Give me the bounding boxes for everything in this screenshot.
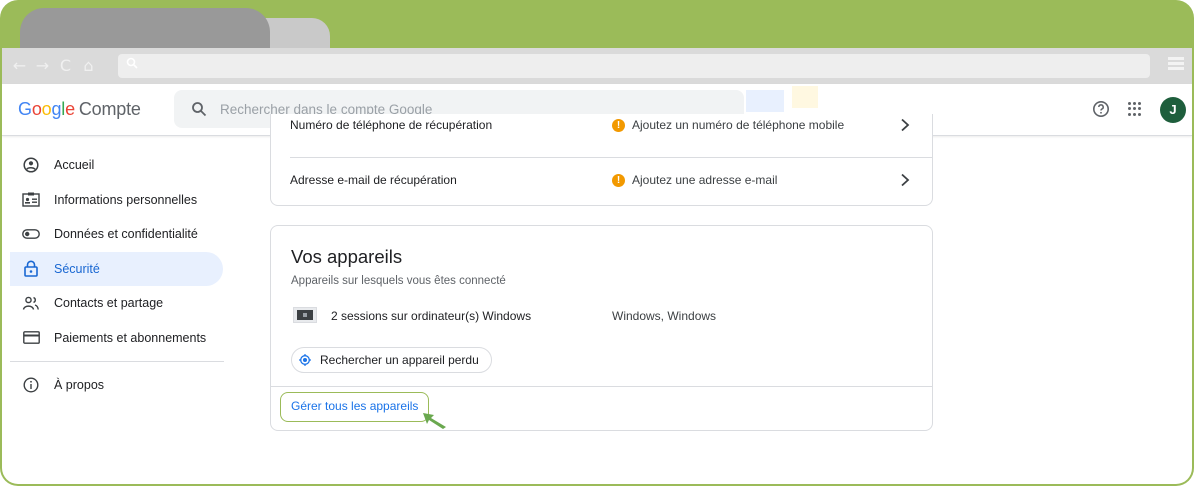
- recovery-info-card: Numéro de téléphone de récupération ! Aj…: [270, 114, 933, 206]
- recovery-phone-value: Ajoutez un numéro de téléphone mobile: [632, 118, 845, 132]
- info-icon: [21, 375, 41, 395]
- sidebar-item-a-propos[interactable]: À propos: [2, 368, 232, 403]
- browser-window: ← → C ⌂ Google Compte Rechercher dans le…: [2, 48, 1192, 484]
- home-icon[interactable]: ⌂: [81, 56, 96, 75]
- sidebar-item-donnees-confidentialite[interactable]: Données et confidentialité: [2, 217, 232, 252]
- search-icon[interactable]: [191, 101, 207, 117]
- find-lost-device-button[interactable]: Rechercher un appareil perdu: [291, 347, 492, 373]
- sidebar-item-label: Données et confidentialité: [54, 227, 198, 242]
- account-circle-icon: [21, 155, 41, 175]
- apps-grid-icon[interactable]: [1128, 102, 1142, 116]
- recovery-phone-row[interactable]: Numéro de téléphone de récupération ! Aj…: [290, 114, 932, 158]
- help-icon[interactable]: [1092, 100, 1110, 118]
- sidebar-nav: Accueil Informations personnelles Donnée…: [2, 148, 232, 403]
- back-icon[interactable]: ←: [12, 56, 27, 75]
- screenshot-frame: ← → C ⌂ Google Compte Rechercher dans le…: [0, 0, 1194, 486]
- browser-toolbar: ← → C ⌂: [2, 48, 1192, 84]
- reload-icon[interactable]: C: [58, 56, 73, 75]
- id-card-icon: [21, 190, 41, 210]
- device-name: 2 sessions sur ordinateur(s) Windows: [331, 309, 532, 323]
- forward-icon[interactable]: →: [35, 56, 50, 75]
- chevron-right-icon: [901, 173, 910, 187]
- search-icon: [126, 57, 138, 69]
- computer-icon: [293, 307, 317, 323]
- device-row[interactable]: 2 sessions sur ordinateur(s) Windows Win…: [291, 306, 911, 326]
- faded-overlay: [746, 90, 784, 112]
- pointer-arrow-icon: [423, 413, 446, 429]
- sidebar-item-informations-personnelles[interactable]: Informations personnelles: [2, 183, 232, 218]
- browser-menu-icon[interactable]: [1168, 57, 1184, 71]
- toggle-icon: [21, 224, 41, 244]
- sidebar-item-label: Sécurité: [54, 261, 100, 276]
- warning-icon: !: [612, 119, 625, 132]
- google-compte-logo[interactable]: Google Compte: [18, 99, 141, 120]
- sidebar-divider: [10, 361, 224, 362]
- recovery-email-label: Adresse e-mail de récupération: [290, 173, 457, 187]
- manage-all-devices-button[interactable]: Gérer tous les appareils: [280, 392, 430, 422]
- warning-icon: !: [612, 174, 625, 187]
- sidebar-item-contacts-partage[interactable]: Contacts et partage: [2, 286, 232, 321]
- sidebar-item-label: Contacts et partage: [54, 296, 164, 311]
- location-target-icon: [299, 354, 311, 366]
- address-bar[interactable]: [118, 54, 1150, 78]
- sidebar-item-label: Accueil: [54, 158, 95, 173]
- sidebar-item-securite[interactable]: Sécurité: [10, 251, 223, 286]
- recovery-email-value: Ajoutez une adresse e-mail: [632, 173, 778, 187]
- credit-card-icon: [21, 328, 41, 348]
- faded-overlay: [792, 86, 818, 108]
- chevron-right-icon: [901, 118, 910, 132]
- sidebar-item-label: Paiements et abonnements: [54, 330, 207, 345]
- card-divider: [271, 386, 932, 387]
- sidebar-item-label: À propos: [54, 378, 105, 393]
- sidebar-item-label: Informations personnelles: [54, 192, 198, 207]
- recovery-phone-label: Numéro de téléphone de récupération: [290, 118, 493, 132]
- find-lost-device-label: Rechercher un appareil perdu: [320, 353, 479, 367]
- sidebar-item-accueil[interactable]: Accueil: [2, 148, 232, 183]
- devices-card: Vos appareils Appareils sur lesquels vou…: [270, 225, 933, 431]
- devices-subtitle: Appareils sur lesquels vous êtes connect…: [291, 275, 506, 287]
- browser-nav-buttons: ← → C ⌂: [12, 56, 96, 75]
- sidebar-item-paiements-abonnements[interactable]: Paiements et abonnements: [2, 321, 232, 356]
- devices-title: Vos appareils: [291, 246, 403, 267]
- recovery-email-row[interactable]: Adresse e-mail de récupération ! Ajoutez…: [290, 158, 932, 202]
- avatar[interactable]: J: [1160, 97, 1186, 123]
- lock-icon: [21, 259, 41, 279]
- people-icon: [21, 293, 41, 313]
- device-os: Windows, Windows: [612, 309, 717, 323]
